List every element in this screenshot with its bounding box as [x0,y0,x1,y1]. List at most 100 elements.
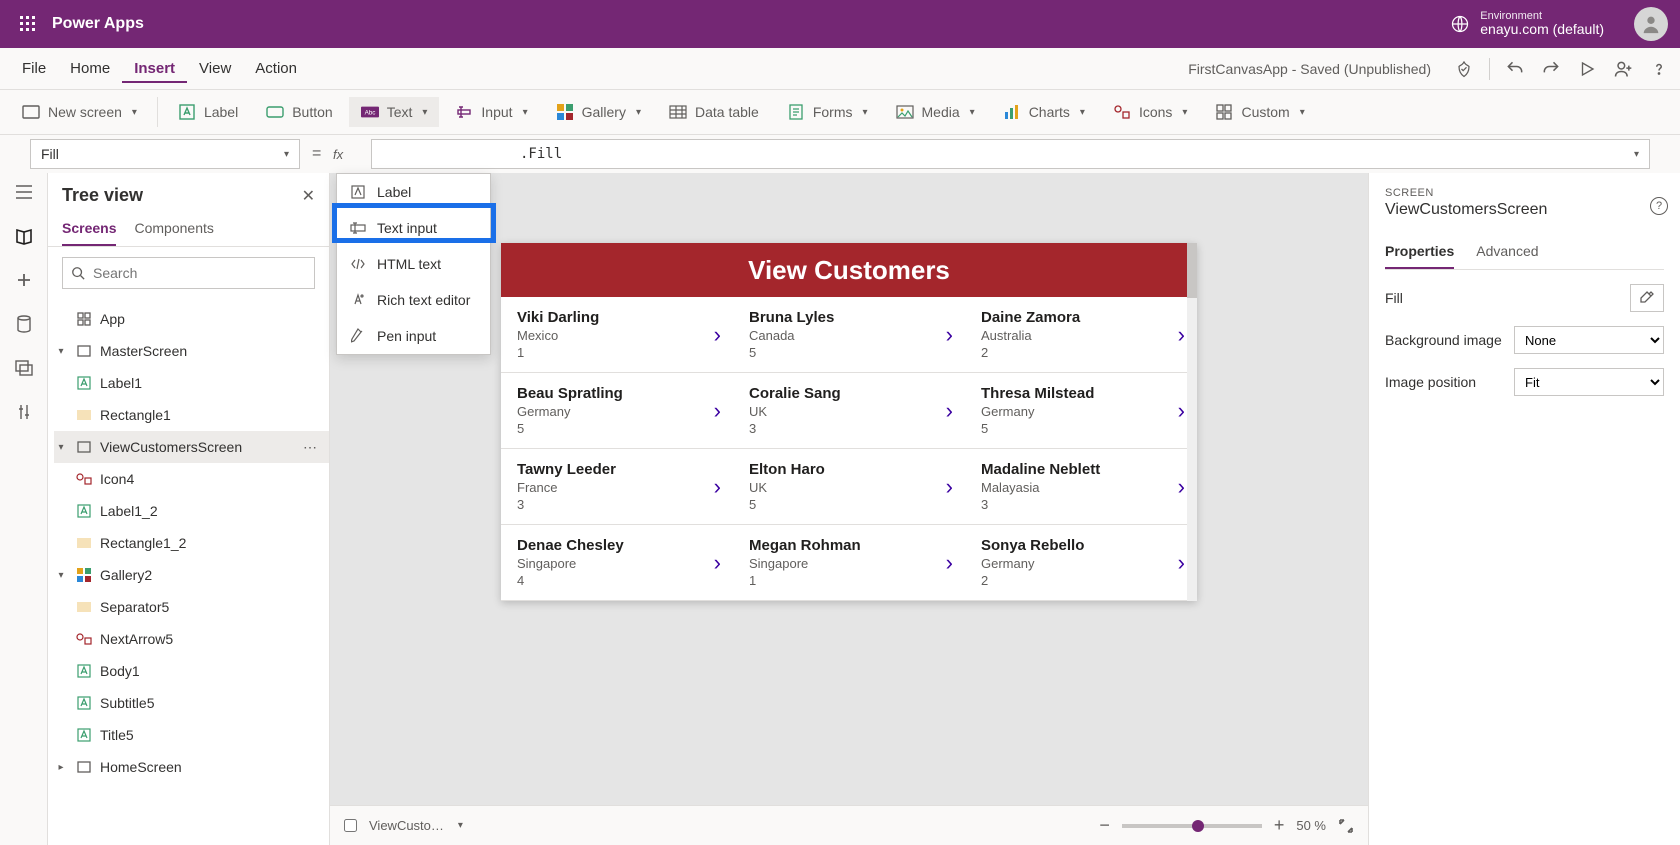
close-icon[interactable]: ✕ [302,186,315,206]
tree-node[interactable]: Label1 [54,367,329,399]
tree-search-input[interactable] [93,265,306,281]
app-launcher-icon[interactable] [12,8,44,40]
share-icon[interactable] [1612,58,1634,80]
tree-node[interactable]: Subtitle5 [54,687,329,719]
app-canvas[interactable]: View Customers Viki DarlingMexico1›Bruna… [501,243,1197,601]
gallery-cell[interactable]: Elton HaroUK5› [733,449,965,524]
property-selector[interactable]: Fill ▾ [30,139,300,169]
play-icon[interactable] [1576,58,1598,80]
breadcrumb-checkbox[interactable] [344,819,357,832]
ribbon-forms[interactable]: Forms▾ [775,97,880,127]
next-arrow-icon[interactable]: › [1178,474,1185,500]
gallery-cell[interactable]: Thresa MilsteadGermany5› [965,373,1197,448]
ribbon-icons[interactable]: Icons▾ [1101,97,1200,127]
next-arrow-icon[interactable]: › [946,322,953,348]
zoom-slider[interactable] [1122,824,1262,828]
gallery-cell[interactable]: Beau SpratlingGermany5› [501,373,733,448]
ribbon-custom[interactable]: Custom▾ [1203,97,1316,127]
next-arrow-icon[interactable]: › [714,474,721,500]
ribbon-new-screen[interactable]: New screen▾ [10,97,149,127]
next-arrow-icon[interactable]: › [714,398,721,424]
fill-color-picker[interactable] [1630,284,1664,312]
formula-input[interactable]: RectangleW .Fill ▾ [371,139,1650,169]
redo-icon[interactable] [1540,58,1562,80]
text-menu-item[interactable]: Label [337,174,490,210]
tree-node[interactable]: Label1_2 [54,495,329,527]
menu-action[interactable]: Action [243,54,309,83]
tab-properties[interactable]: Properties [1385,235,1454,269]
scrollbar[interactable] [1187,243,1197,601]
text-menu-item[interactable]: Pen input [337,318,490,354]
tree-node[interactable]: ▾ViewCustomersScreen⋯ [54,431,329,463]
app-checker-icon[interactable] [1453,58,1475,80]
tree-node[interactable]: App [54,303,329,335]
tree-view-icon[interactable] [13,225,35,247]
fx-icon[interactable]: fx [333,146,363,162]
tab-screens[interactable]: Screens [62,212,116,246]
gallery-cell[interactable]: Megan RohmanSingapore1› [733,525,965,600]
insert-icon[interactable] [13,269,35,291]
next-arrow-icon[interactable]: › [946,474,953,500]
text-menu-item[interactable]: Text input [337,210,490,246]
ribbon-button[interactable]: Button [254,97,344,127]
gallery-cell[interactable]: Daine ZamoraAustralia2› [965,297,1197,372]
gallery-cell[interactable]: Viki DarlingMexico1› [501,297,733,372]
next-arrow-icon[interactable]: › [714,550,721,576]
next-arrow-icon[interactable]: › [1178,322,1185,348]
tree-node[interactable]: Icon4 [54,463,329,495]
gallery-cell[interactable]: Sonya RebelloGermany2› [965,525,1197,600]
gallery-cell[interactable]: Tawny LeederFrance3› [501,449,733,524]
menu-home[interactable]: Home [58,54,122,83]
gallery-cell[interactable]: Madaline NeblettMalayasia3› [965,449,1197,524]
zoom-out-icon[interactable]: − [1099,815,1110,836]
zoom-in-icon[interactable]: + [1274,815,1285,836]
next-arrow-icon[interactable]: › [1178,550,1185,576]
breadcrumb-text[interactable]: ViewCusto… [369,818,444,833]
menu-insert[interactable]: Insert [122,54,187,83]
ribbon-label[interactable]: Label [166,97,250,127]
user-avatar[interactable] [1634,7,1668,41]
text-menu-item[interactable]: Rich text editor [337,282,490,318]
data-icon[interactable] [13,313,35,335]
help-icon[interactable]: ? [1650,197,1668,215]
media-rail-icon[interactable] [13,357,35,379]
next-arrow-icon[interactable]: › [1178,398,1185,424]
ribbon-gallery[interactable]: Gallery▾ [544,97,653,127]
ribbon-media[interactable]: Media▾ [884,97,987,127]
gallery-cell[interactable]: Bruna LylesCanada5› [733,297,965,372]
advanced-tools-icon[interactable] [13,401,35,423]
img-position-select[interactable]: Fit [1514,368,1664,396]
tree-node[interactable]: Separator5 [54,591,329,623]
gallery-cell[interactable]: Denae ChesleySingapore4› [501,525,733,600]
tab-components[interactable]: Components [134,212,213,246]
bg-image-select[interactable]: None [1514,326,1664,354]
environment-picker[interactable]: Environment enayu.com (default) [1450,10,1604,37]
tree-search[interactable] [62,257,315,289]
tree-node[interactable]: ▾Gallery2 [54,559,329,591]
tree-node[interactable]: ▸HomeScreen [54,751,329,783]
more-icon[interactable]: ⋯ [303,439,319,456]
ribbon-data-table[interactable]: Data table [657,97,771,127]
chevron-down-icon[interactable]: ▾ [458,820,463,831]
tree-node[interactable]: Rectangle1_2 [54,527,329,559]
ribbon-charts[interactable]: Charts▾ [991,97,1097,127]
undo-icon[interactable] [1504,58,1526,80]
tree-node[interactable]: ▾MasterScreen [54,335,329,367]
ribbon-input[interactable]: Input▾ [443,97,539,127]
fit-to-window-icon[interactable] [1338,818,1354,834]
tree-node[interactable]: Title5 [54,719,329,751]
gallery-cell[interactable]: Coralie SangUK3› [733,373,965,448]
text-menu-item[interactable]: HTML text [337,246,490,282]
hamburger-icon[interactable] [13,181,35,203]
help-icon[interactable] [1648,58,1670,80]
tree-node[interactable]: NextArrow5 [54,623,329,655]
ribbon-text[interactable]: Abc Text▾ [349,97,440,127]
tab-advanced[interactable]: Advanced [1476,235,1538,269]
tree-node[interactable]: Body1 [54,655,329,687]
next-arrow-icon[interactable]: › [714,322,721,348]
menu-file[interactable]: File [10,54,58,83]
next-arrow-icon[interactable]: › [946,550,953,576]
tree-node[interactable]: Rectangle1 [54,399,329,431]
next-arrow-icon[interactable]: › [946,398,953,424]
menu-view[interactable]: View [187,54,243,83]
